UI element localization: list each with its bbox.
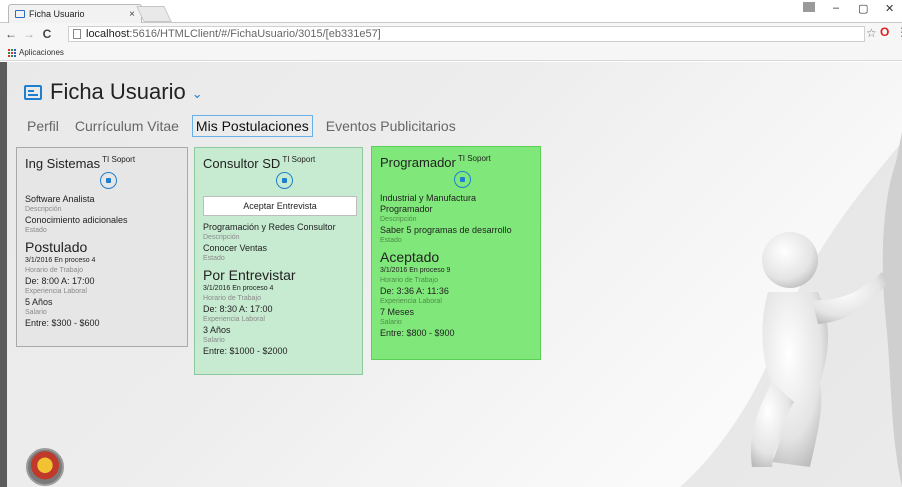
apps-grid-icon (8, 48, 16, 57)
address-bar: ← → C localhost :5616/HTMLClient/#/Ficha… (0, 23, 902, 45)
tab-perfil[interactable]: Perfil (24, 116, 62, 136)
card-caption-descripcion: Descripción (203, 234, 240, 241)
card-salary: Entre: $800 - $900 (380, 328, 455, 338)
page-favicon-icon (15, 10, 25, 18)
card-salary: Entre: $1000 - $2000 (203, 346, 288, 356)
page-icon (73, 29, 81, 39)
card-caption-estado: Estado (25, 227, 47, 234)
url-path: :5616/HTMLClient/#/FichaUsuario/3015/[eb… (129, 28, 381, 40)
card-caption-horario: Horario de Trabajo (380, 277, 438, 284)
user-profile-icon[interactable] (803, 2, 815, 12)
url-input[interactable]: localhost :5616/HTMLClient/#/FichaUsuari… (68, 26, 865, 42)
browser-tab-title: Ficha Usuario (29, 9, 85, 19)
tab-close-icon[interactable]: × (129, 9, 135, 20)
application-card[interactable]: Ing Sistemas TI Soport Software Analista … (16, 147, 188, 347)
page-tabs: Perfil Currículum Vitae Mis Postulacione… (24, 115, 469, 137)
card-caption-descripcion: Descripción (380, 216, 417, 223)
bookmark-apps[interactable]: Aplicaciones (19, 48, 64, 57)
minimize-icon[interactable]: – (833, 2, 839, 14)
tab-curriculum-vitae[interactable]: Currículum Vitae (72, 116, 182, 136)
opera-icon[interactable]: O (880, 25, 889, 39)
card-caption-experiencia: Experiencia Laboral (25, 288, 87, 295)
institution-logo (26, 448, 64, 486)
delete-icon[interactable] (276, 172, 293, 189)
card-caption-experiencia: Experiencia Laboral (203, 316, 265, 323)
card-title: Ing Sistemas TI Soport (25, 155, 136, 171)
card-experience: 7 Meses (380, 307, 415, 317)
card-company: TI Soport (102, 155, 136, 164)
application-card[interactable]: Programador TI Soport Industrial y Manufa… (371, 146, 541, 360)
browser-menu-icon[interactable]: ⋮ (896, 25, 902, 39)
card-caption-salario: Salario (25, 309, 47, 316)
application-card[interactable]: Consultor SD TI Soport Aceptar Entrevista… (194, 147, 363, 375)
back-icon[interactable]: ← (4, 27, 18, 41)
card-caption-horario: Horario de Trabajo (203, 295, 261, 302)
card-company: TI Soport (457, 154, 491, 163)
card-salary: Entre: $300 - $600 (25, 318, 100, 328)
card-position: Programador (380, 204, 433, 214)
card-schedule: De: 3:36 A: 11:36 (380, 286, 449, 296)
card-title: Programador TI Soport (380, 154, 491, 170)
delete-icon[interactable] (453, 171, 471, 188)
restore-icon[interactable]: ▢ (858, 2, 868, 15)
accept-interview-button[interactable]: Aceptar Entrevista (203, 196, 357, 216)
bookmark-star-icon[interactable]: ☆ (866, 26, 877, 40)
chevron-down-icon[interactable]: ⌄ (192, 86, 203, 102)
card-schedule: De: 8:00 A: 17:00 (25, 276, 95, 286)
page-header: Ficha Usuario ⌄ (24, 79, 203, 105)
window-close-icon[interactable]: ✕ (885, 2, 894, 15)
card-description: Saber 5 programas de desarrollo (380, 225, 512, 235)
tab-mis-postulaciones[interactable]: Mis Postulaciones (191, 115, 313, 137)
card-status: Aceptado (380, 249, 440, 265)
browser-tab[interactable]: Ficha Usuario × (8, 4, 142, 23)
screen-icon (24, 84, 42, 100)
page-title: Ficha Usuario (50, 79, 186, 104)
card-position: Programación y Redes Consultor (203, 222, 336, 232)
reload-icon[interactable]: C (40, 27, 54, 41)
card-caption-horario: Horario de Trabajo (25, 267, 83, 274)
card-description: Conocimiento adicionales (25, 215, 128, 225)
card-title: Consultor SD TI Soport (203, 155, 316, 171)
card-caption-estado: Estado (203, 255, 225, 262)
forward-icon[interactable]: → (22, 27, 36, 41)
tab-eventos-publicitarios[interactable]: Eventos Publicitarios (323, 116, 459, 136)
window-edge (0, 62, 7, 487)
card-experience: 3 Años (203, 325, 231, 335)
card-date: 3/1/2016 En proceso 4 (25, 257, 96, 264)
delete-icon[interactable] (99, 172, 117, 189)
3d-person-figure-image (680, 132, 902, 487)
card-caption-experiencia: Experiencia Laboral (380, 298, 442, 305)
card-caption-descripcion: Descripción (25, 206, 62, 213)
card-industry: Industrial y Manufactura (380, 193, 477, 203)
card-caption-estado: Estado (380, 237, 402, 244)
card-company: TI Soport (282, 155, 316, 164)
card-date: 3/1/2016 En proceso 4 (203, 285, 274, 292)
bookmarks-bar: Aplicaciones (0, 45, 902, 61)
card-status: Por Entrevistar (203, 267, 296, 283)
card-date: 3/1/2016 En proceso 9 (380, 267, 451, 274)
card-schedule: De: 8:30 A: 17:00 (203, 304, 273, 314)
page-content: Ficha Usuario ⌄ Perfil Currículum Vitae … (0, 62, 902, 487)
card-status: Postulado (25, 239, 88, 255)
card-caption-salario: Salario (203, 337, 225, 344)
browser-tabstrip: Ficha Usuario × – ▢ ✕ (0, 0, 902, 23)
card-experience: 5 Años (25, 297, 53, 307)
card-description: Conocer Ventas (203, 243, 268, 253)
url-host: localhost (86, 28, 130, 40)
card-position: Software Analista (25, 194, 95, 204)
card-caption-salario: Salario (380, 319, 402, 326)
